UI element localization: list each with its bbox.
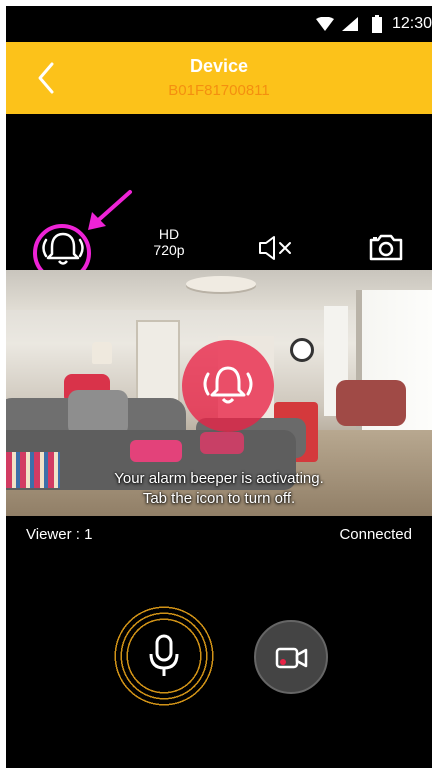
app-header: Device B01F81700811 bbox=[6, 42, 432, 114]
hd-label: HD bbox=[158, 226, 180, 242]
page-title: Device bbox=[189, 56, 249, 76]
pointer-arrow-icon bbox=[88, 190, 132, 230]
record-video-button[interactable] bbox=[254, 620, 328, 694]
device-id: B01F81700811 bbox=[168, 82, 270, 99]
wifi-icon bbox=[316, 17, 334, 31]
live-video-view[interactable]: Your alarm beeper is activating. Tab the… bbox=[6, 270, 432, 516]
connection-status: Connected bbox=[339, 526, 412, 543]
resolution-toggle[interactable]: HD 720p bbox=[144, 226, 194, 258]
app-screen: 12:30 Device B01F81700811 HD 720p Your a… bbox=[6, 6, 432, 768]
viewer-count: Viewer : 1 bbox=[26, 526, 93, 543]
microphone-icon bbox=[149, 634, 179, 676]
alarm-bell-icon bbox=[203, 366, 253, 404]
status-time: 12:30 bbox=[392, 15, 432, 32]
status-bar: 12:30 bbox=[6, 6, 432, 42]
wall-clock bbox=[290, 338, 314, 362]
alarm-bell-icon[interactable] bbox=[36, 228, 90, 270]
alarm-message: Your alarm beeper is activating. bbox=[114, 470, 324, 487]
speaker-muted-icon[interactable] bbox=[256, 234, 296, 262]
camera-toolbar: HD 720p bbox=[6, 220, 432, 270]
alarm-active-button[interactable] bbox=[182, 340, 274, 432]
alarm-instruction: Tab the icon to turn off. bbox=[142, 490, 296, 507]
camera-icon[interactable] bbox=[368, 232, 404, 262]
ceiling-light bbox=[186, 276, 256, 292]
signal-icon bbox=[342, 17, 358, 31]
resolution-label: 720p bbox=[153, 242, 185, 258]
video-record-icon bbox=[275, 647, 308, 669]
battery-icon bbox=[372, 15, 382, 33]
push-to-talk-button[interactable] bbox=[114, 606, 214, 706]
